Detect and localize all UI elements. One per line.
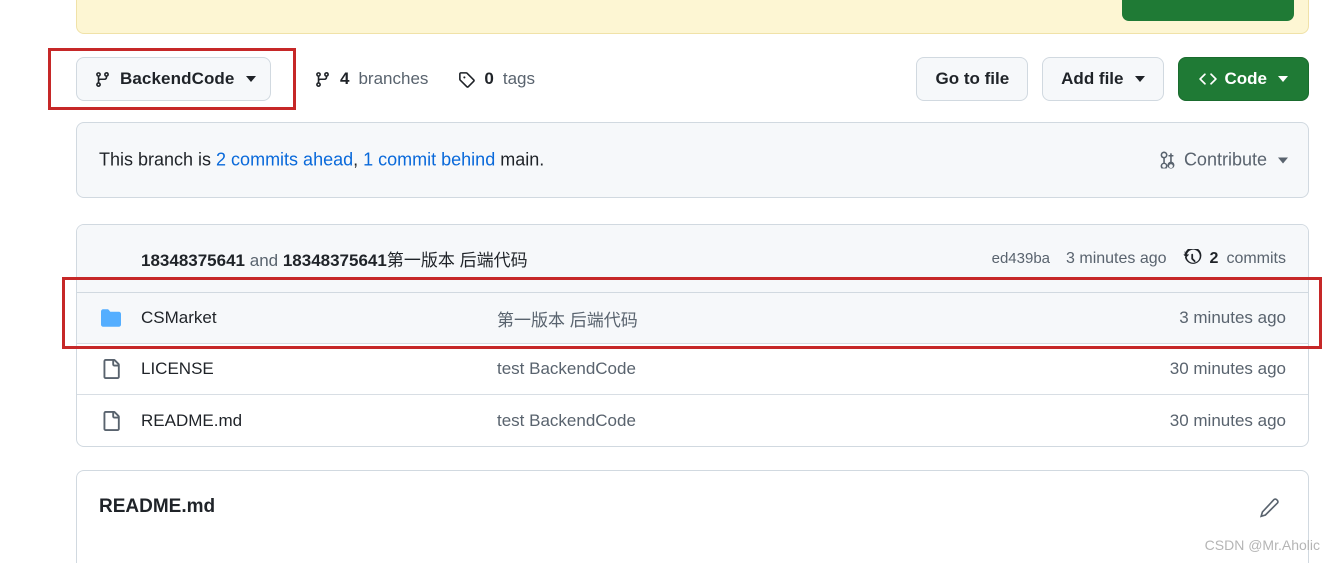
readme-card: README.md (76, 470, 1309, 563)
repository-page: BackendCode 4 branches 0 tags Go to file… (0, 0, 1334, 563)
file-icon (101, 359, 121, 379)
commit-message[interactable]: 第一版本 后端代码 (387, 251, 528, 270)
branches-count: 4 (340, 69, 350, 88)
notice-banner (76, 0, 1309, 34)
commits-behind-link[interactable]: 1 commit behind (363, 150, 495, 170)
code-button[interactable]: Code (1177, 57, 1309, 101)
file-commit-message[interactable]: test BackendCode (497, 411, 636, 431)
latest-commit-bar: 18348375641 and 18348375641第一版本 后端代码 ed4… (77, 225, 1308, 293)
file-commit-time: 30 minutes ago (1169, 359, 1286, 378)
table-row[interactable]: LICENSE test BackendCode 30 minutes ago (77, 344, 1308, 395)
commit-history-link[interactable]: 2 commits (1183, 249, 1286, 268)
tags-label: tags (502, 69, 536, 88)
toolbar-action-buttons: Go to file Add file Code (916, 57, 1309, 101)
table-row[interactable]: README.md test BackendCode 30 minutes ag… (77, 395, 1308, 446)
banner-primary-button[interactable] (1122, 0, 1294, 21)
code-brackets-icon (1198, 70, 1217, 88)
pencil-icon (1258, 497, 1280, 519)
file-commit-time: 3 minutes ago (1179, 308, 1286, 327)
file-name-link[interactable]: README.md (141, 411, 242, 431)
file-name-link[interactable]: CSMarket (141, 308, 217, 328)
watermark: CSDN @Mr.Aholic (1204, 537, 1320, 553)
table-row[interactable]: CSMarket 第一版本 后端代码 3 minutes ago (77, 293, 1308, 344)
folder-icon (101, 308, 121, 328)
pull-request-icon (1159, 151, 1176, 169)
contribute-label: Contribute (1183, 149, 1267, 170)
go-to-file-label: Go to file (935, 69, 1010, 88)
branches-label: branches (358, 69, 429, 88)
commit-author[interactable]: 18348375641 (141, 251, 245, 270)
file-name-link[interactable]: LICENSE (141, 359, 214, 379)
tags-count: 0 (484, 69, 494, 88)
file-list-card: 18348375641 and 18348375641第一版本 后端代码 ed4… (76, 224, 1309, 447)
commits-ahead-link[interactable]: 2 commits ahead (216, 150, 353, 170)
repository-meta-group: 4 branches 0 tags (314, 57, 535, 101)
commit-meta: ed439ba 3 minutes ago 2 commits (992, 249, 1286, 268)
go-to-file-button[interactable]: Go to file (916, 57, 1029, 101)
chevron-down-icon (1278, 76, 1288, 82)
branch-selector-button[interactable]: BackendCode (76, 57, 272, 101)
add-file-label: Add file (1061, 69, 1124, 88)
tags-count-link[interactable]: 0 tags (458, 69, 535, 89)
commits-label: commits (1226, 249, 1286, 267)
chevron-down-icon (1278, 157, 1288, 163)
commit-hash[interactable]: ed439ba (992, 250, 1050, 267)
commits-count: 2 (1209, 249, 1219, 267)
status-suffix: main. (495, 149, 545, 170)
branch-status-text: This branch is 2 commits ahead, 1 commit… (99, 150, 544, 171)
branch-name-label: BackendCode (120, 69, 235, 88)
file-commit-message[interactable]: test BackendCode (497, 359, 636, 379)
contribute-button[interactable]: Contribute (1159, 150, 1288, 171)
add-file-button[interactable]: Add file (1042, 57, 1164, 101)
commit-author-line: 18348375641 and 18348375641第一版本 后端代码 (141, 246, 528, 271)
commit-conjunction: and (245, 251, 283, 270)
commit-coauthor[interactable]: 18348375641 (283, 251, 387, 270)
branch-icon (94, 71, 111, 88)
history-clock-icon (1183, 249, 1202, 268)
repository-toolbar: BackendCode 4 branches 0 tags Go to file… (76, 57, 1309, 101)
edit-readme-button[interactable] (1254, 493, 1284, 523)
chevron-down-icon (1134, 76, 1145, 82)
file-commit-message[interactable]: 第一版本 后端代码 (497, 306, 638, 331)
branch-status-card: This branch is 2 commits ahead, 1 commit… (76, 122, 1309, 198)
file-commit-time: 30 minutes ago (1169, 410, 1286, 430)
branches-count-link[interactable]: 4 branches (314, 69, 428, 89)
commit-time: 3 minutes ago (1066, 249, 1167, 267)
chevron-down-icon (246, 76, 257, 82)
tag-icon (458, 71, 476, 88)
readme-title: README.md (99, 496, 216, 517)
status-separator: , (353, 149, 364, 170)
status-prefix: This branch is (99, 149, 217, 170)
code-label: Code (1224, 69, 1268, 88)
branch-icon (314, 71, 331, 88)
file-icon (101, 410, 121, 431)
